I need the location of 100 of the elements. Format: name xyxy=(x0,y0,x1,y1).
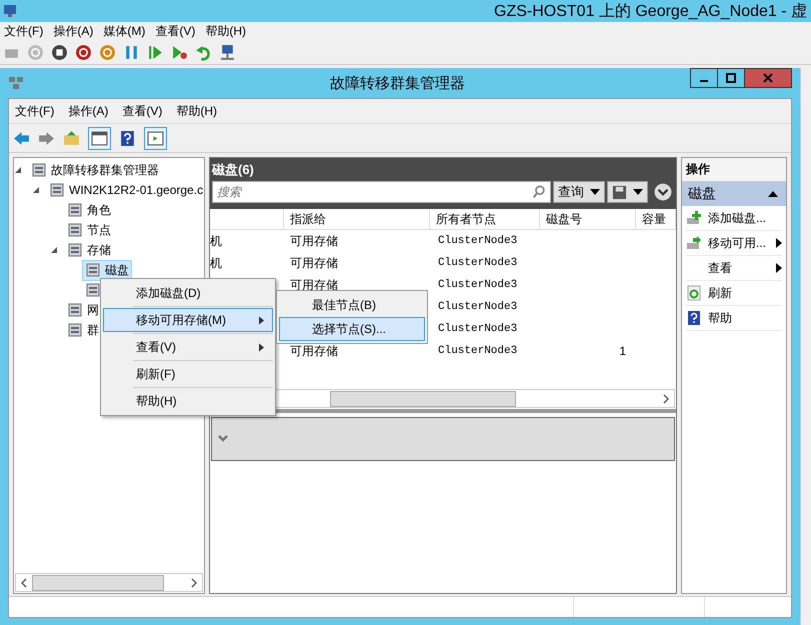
panel-title: 磁盘(6) xyxy=(212,161,254,179)
menu-item[interactable]: 帮助(H) xyxy=(205,22,246,40)
cluster-icon xyxy=(8,75,24,91)
column-header[interactable]: 容量 xyxy=(636,209,676,229)
play-icon[interactable] xyxy=(147,44,164,60)
minimize-button[interactable] xyxy=(690,68,718,88)
tree-item[interactable]: WIN2K12R2-01.george.c xyxy=(46,180,206,200)
menu-item[interactable]: 查看(V) xyxy=(122,102,162,120)
section-header[interactable]: 磁盘 xyxy=(682,182,786,206)
tree-item[interactable]: 群 xyxy=(64,320,102,340)
table-cell: ClusterNode3 xyxy=(438,345,518,357)
pause-icon[interactable] xyxy=(123,44,140,60)
server-icon xyxy=(85,282,101,298)
table-cell: ClusterNode3 xyxy=(438,279,518,291)
undo-icon[interactable] xyxy=(195,44,212,60)
power-icon[interactable] xyxy=(99,44,116,60)
collapse-chevron-icon[interactable] xyxy=(654,183,672,201)
table-cell: ClusterNode3 xyxy=(438,323,518,335)
horizontal-scrollbar[interactable] xyxy=(15,573,203,592)
action-item[interactable]: 添加磁盘... xyxy=(686,206,782,231)
panel-title: 操作 xyxy=(682,158,786,182)
menu-item[interactable]: 帮助(H) xyxy=(103,389,273,413)
table-cell: 可用存储 xyxy=(290,234,338,248)
menu-item[interactable]: 查看(V) xyxy=(103,335,273,359)
chevron-down-icon[interactable] xyxy=(218,435,228,443)
refresh-icon xyxy=(686,285,702,301)
table-cell: 可用存储 xyxy=(290,256,338,270)
menu-item[interactable]: 选择节点(S)... xyxy=(279,317,425,341)
menu-item[interactable]: 操作(A) xyxy=(53,22,94,40)
forward-icon[interactable] xyxy=(38,130,55,146)
menu-item[interactable]: 操作(A) xyxy=(68,102,108,120)
folder-up-icon[interactable] xyxy=(63,130,80,146)
column-header[interactable]: 指派给 xyxy=(284,209,430,229)
search-field[interactable]: 搜索 xyxy=(212,181,551,203)
monitor-icon xyxy=(2,3,18,19)
server-icon xyxy=(67,242,83,258)
tree-item[interactable]: 存储 xyxy=(64,240,114,260)
action-item[interactable]: 查看 xyxy=(686,256,782,281)
window-title: GZS-HOST01 上的 George_AG_Node1 - 虚 xyxy=(494,2,807,22)
panel-icon[interactable] xyxy=(144,126,167,150)
menu-item[interactable]: 帮助(H) xyxy=(176,102,217,120)
action-item[interactable]: 帮助 xyxy=(686,306,782,331)
table-cell: 1 xyxy=(619,344,626,358)
action-item[interactable]: 刷新 xyxy=(686,281,782,306)
tree-item[interactable]: 角色 xyxy=(64,200,114,220)
close-button[interactable] xyxy=(744,68,792,88)
menu-item[interactable]: 媒体(M) xyxy=(103,22,146,40)
table-cell: ClusterNode3 xyxy=(438,301,518,313)
table-cell: 机 xyxy=(210,234,222,248)
help-icon xyxy=(686,310,702,326)
menu-item[interactable]: 添加磁盘(D) xyxy=(103,281,273,305)
action-item[interactable]: 移动可用... xyxy=(686,231,782,256)
disk-move-icon xyxy=(686,235,702,251)
query-button[interactable]: 查询 xyxy=(553,181,605,203)
dropdown-arrow-icon xyxy=(633,189,643,195)
maximize-button[interactable] xyxy=(717,68,745,88)
dropdown-arrow-icon xyxy=(590,189,600,195)
network-icon[interactable] xyxy=(219,44,236,60)
panel-icon[interactable] xyxy=(88,126,111,150)
expand-arrow-icon[interactable] xyxy=(32,186,40,194)
column-header[interactable]: 磁盘号 xyxy=(540,209,636,229)
server-icon xyxy=(49,182,65,198)
checkpoint-icon[interactable] xyxy=(171,44,188,60)
minimize-icon xyxy=(700,80,708,82)
server-icon xyxy=(31,162,47,178)
help-icon[interactable] xyxy=(119,130,136,146)
table-cell: ClusterNode3 xyxy=(438,257,518,269)
table-cell: 可用存储 xyxy=(290,344,338,358)
menu-item[interactable]: 文件(F) xyxy=(15,102,54,120)
power-icon[interactable] xyxy=(75,44,92,60)
column-header[interactable]: 所有者节点 xyxy=(430,209,540,229)
menu-item[interactable]: 移动可用存储(M) xyxy=(103,308,273,332)
expand-arrow-icon[interactable] xyxy=(14,166,22,174)
menu-item[interactable]: 文件(F) xyxy=(4,22,44,40)
submenu-arrow-icon xyxy=(259,342,264,352)
server-icon xyxy=(67,302,83,318)
back-icon[interactable] xyxy=(13,130,30,146)
submenu-arrow-icon xyxy=(259,316,264,324)
table-cell: 机 xyxy=(210,256,222,270)
menu-item[interactable]: 查看(V) xyxy=(155,22,196,40)
tree-item[interactable]: 节点 xyxy=(64,220,114,240)
submenu-arrow-icon xyxy=(776,238,782,248)
menu-item[interactable]: 刷新(F) xyxy=(103,362,273,386)
table-cell: 可用存储 xyxy=(290,278,338,292)
maximize-icon xyxy=(726,73,736,83)
table-cell: ClusterNode3 xyxy=(438,235,518,247)
disk-add-icon xyxy=(686,210,702,226)
server-icon xyxy=(85,262,101,278)
menu-item[interactable]: 最佳节点(B) xyxy=(279,293,425,317)
save-dropdown-button[interactable] xyxy=(607,181,648,203)
tree-item[interactable]: 磁盘 xyxy=(82,260,132,280)
stop-icon[interactable] xyxy=(51,44,68,60)
window-title: 故障转移群集管理器 xyxy=(329,74,466,92)
submenu-arrow-icon xyxy=(776,263,782,273)
server-icon xyxy=(67,322,83,338)
tree-item[interactable]: 网 xyxy=(64,300,102,320)
server-icon xyxy=(67,222,83,238)
server-icon xyxy=(67,202,83,218)
expand-arrow-icon[interactable] xyxy=(50,246,58,254)
tree-item[interactable]: 故障转移群集管理器 xyxy=(28,160,162,180)
